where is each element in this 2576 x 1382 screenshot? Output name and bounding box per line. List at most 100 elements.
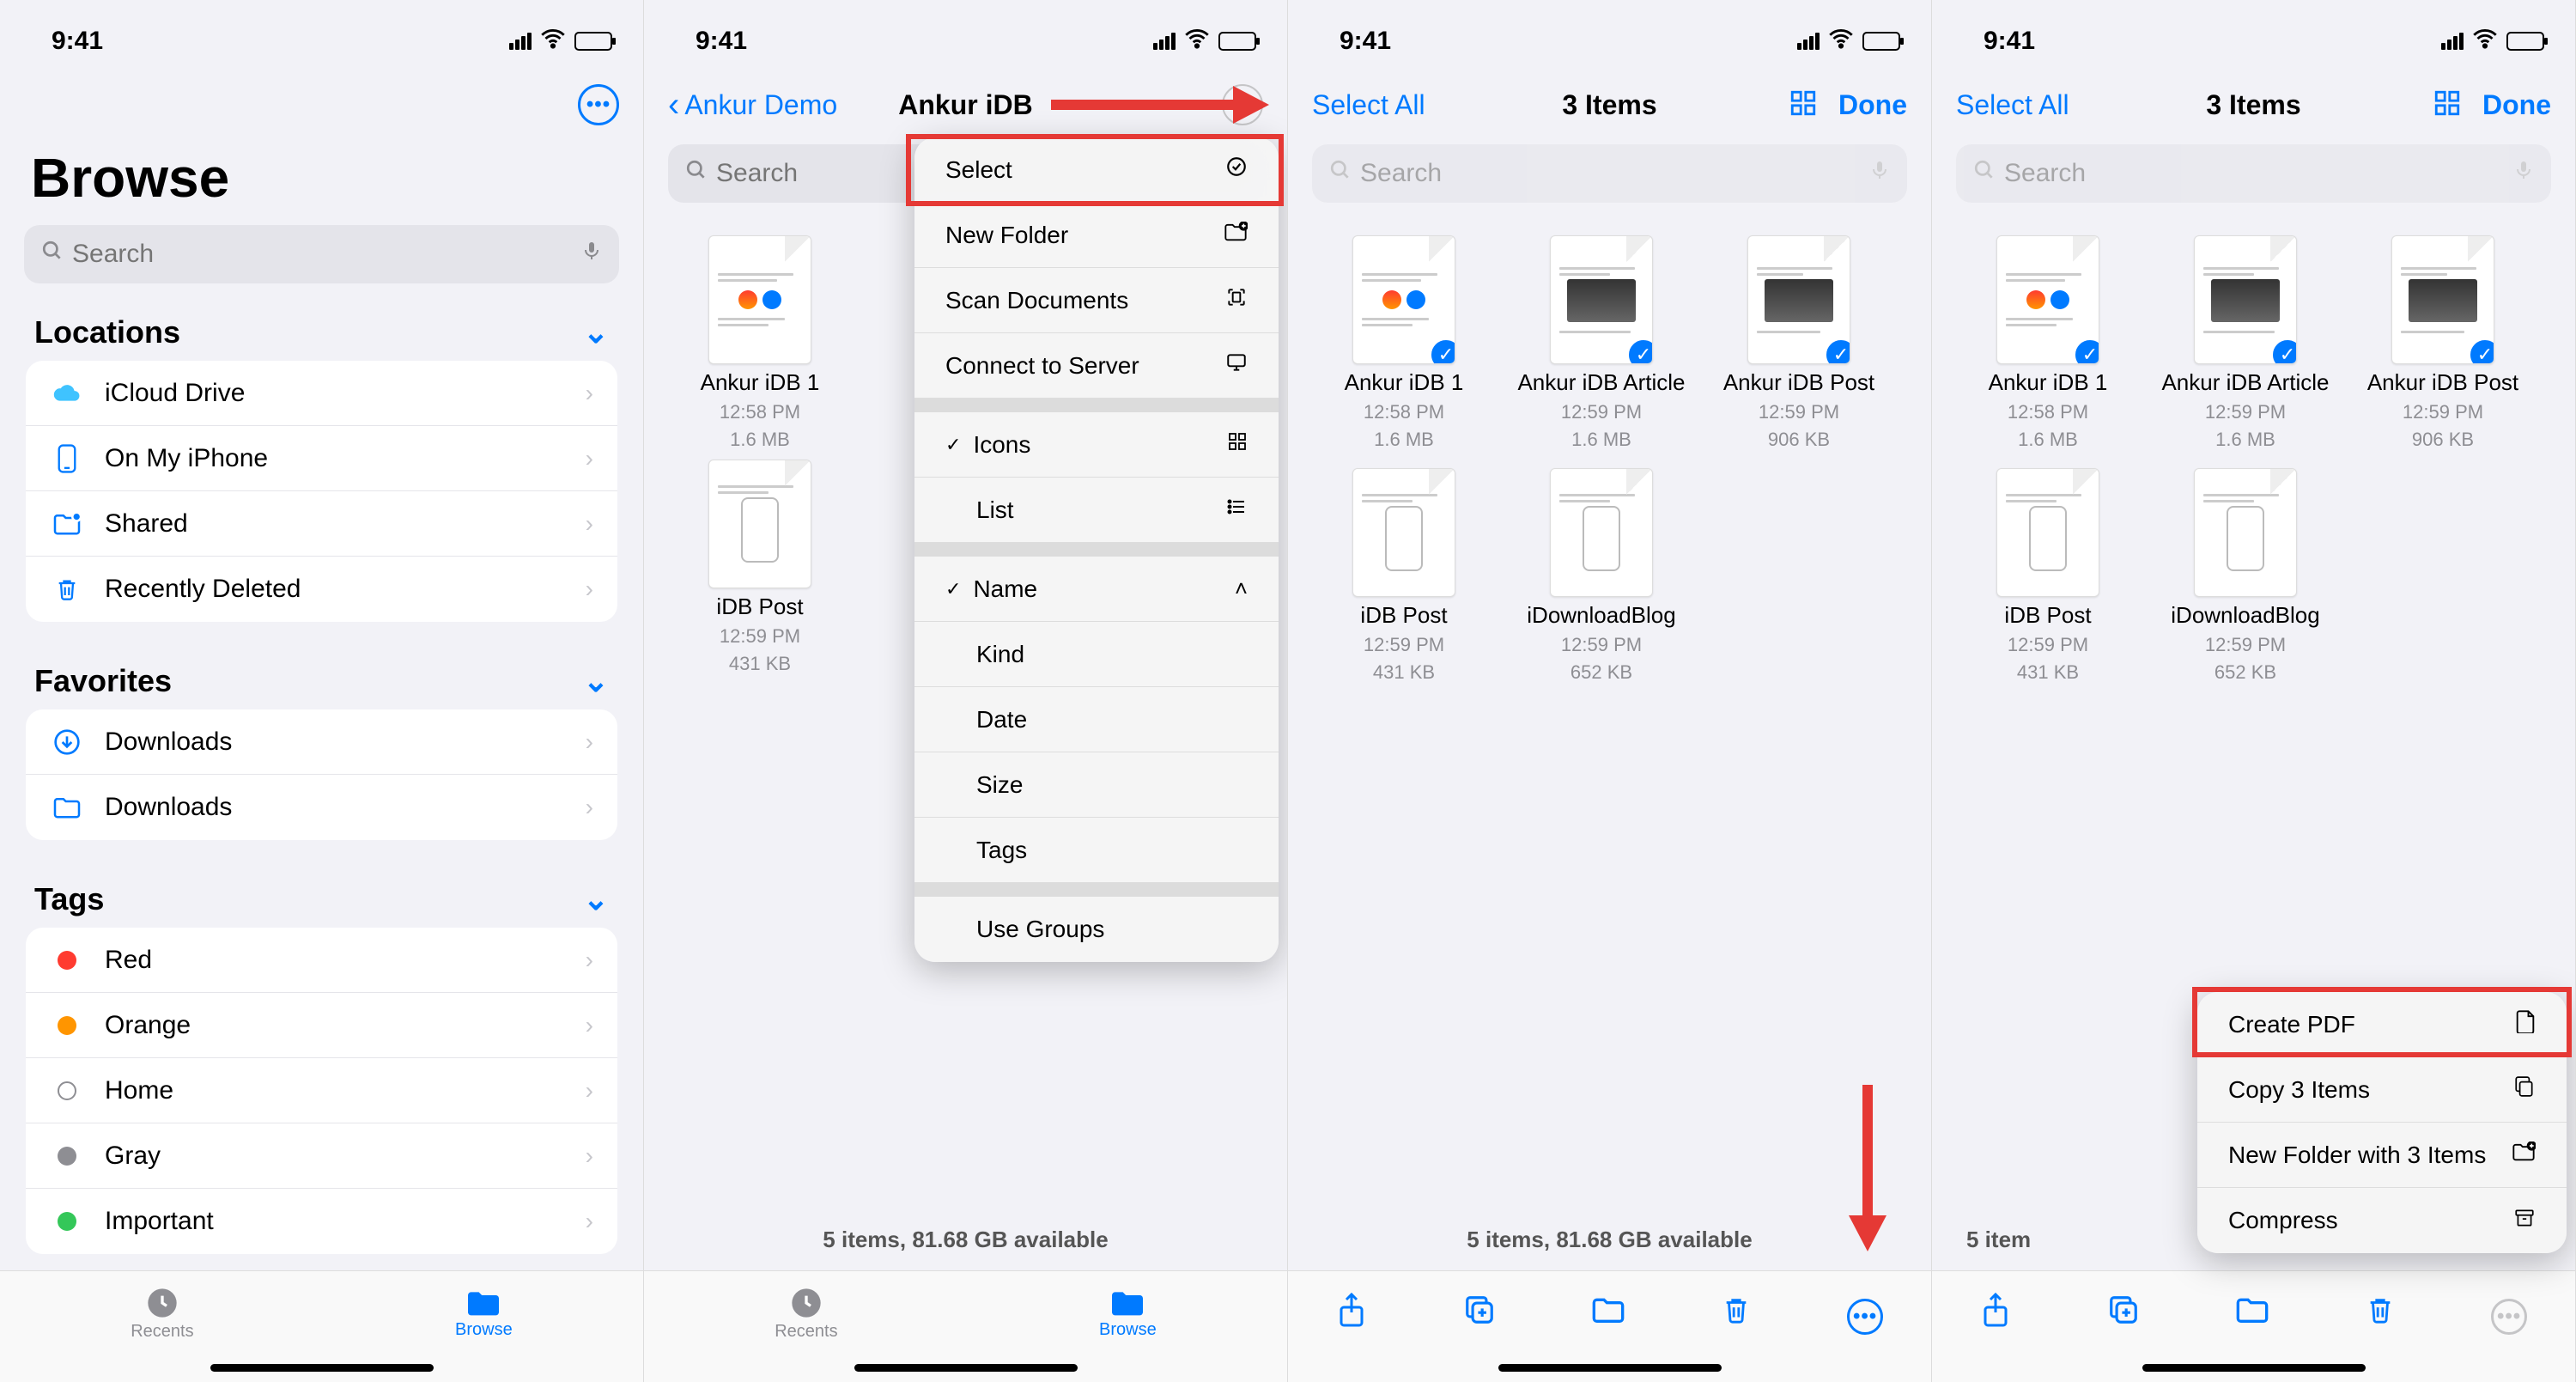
file-size: 906 KB — [2412, 429, 2474, 451]
tag-dot-icon — [58, 951, 76, 970]
favorite-downloads-1[interactable]: Downloads› — [26, 709, 617, 775]
search-icon — [685, 159, 708, 188]
tab-browse[interactable]: Browse — [455, 1288, 513, 1340]
chevron-down-icon: ⌄ — [583, 314, 609, 350]
tag-dot-icon — [58, 1212, 76, 1231]
select-all-button[interactable]: Select All — [1956, 89, 2069, 121]
favorites-header[interactable]: Favorites ⌄ — [0, 648, 643, 709]
move-button[interactable] — [2235, 1294, 2269, 1333]
search-field[interactable] — [24, 225, 619, 283]
file-item[interactable]: ✓Ankur iDB Article12:59 PM1.6 MB — [2155, 235, 2336, 451]
home-indicator[interactable] — [2142, 1364, 2366, 1372]
chevron-right-icon: › — [586, 445, 593, 472]
mic-icon[interactable] — [581, 239, 602, 270]
wifi-icon — [2470, 24, 2500, 59]
battery-icon — [574, 32, 612, 51]
menu-new-folder[interactable]: New Folder — [914, 203, 1279, 268]
back-button[interactable]: ‹ Ankur Demo — [668, 86, 840, 125]
mic-icon — [2513, 158, 2534, 189]
more-actions-button[interactable]: ••• — [2491, 1293, 2527, 1335]
pdf-icon — [2515, 1009, 2536, 1039]
status-time: 9:41 — [1340, 27, 1391, 56]
menu-use-groups[interactable]: Use Groups — [914, 897, 1279, 962]
tab-recents[interactable]: Recents — [131, 1286, 193, 1342]
file-item[interactable]: ✓Ankur iDB Post12:59 PM906 KB — [1709, 235, 1889, 451]
file-item[interactable]: iDB Post12:59 PM431 KB — [1958, 468, 2138, 684]
tag-orange[interactable]: Orange› — [26, 993, 617, 1058]
battery-icon — [1862, 32, 1900, 51]
shared-folder-icon — [50, 512, 84, 536]
browse-screen: 9:41 ••• Browse Locations ⌄ — [0, 0, 644, 1382]
done-button[interactable]: Done — [2482, 89, 2551, 121]
home-indicator[interactable] — [854, 1364, 1078, 1372]
move-button[interactable] — [1591, 1294, 1625, 1333]
tags-header[interactable]: Tags ⌄ — [0, 866, 643, 928]
menu-view-icons[interactable]: ✓Icons — [914, 412, 1279, 478]
menu-sort-size[interactable]: Size — [914, 752, 1279, 818]
delete-button[interactable] — [2366, 1294, 2395, 1335]
search-field — [1956, 144, 2551, 203]
tag-important[interactable]: Important› — [26, 1189, 617, 1254]
more-button[interactable]: ••• — [1222, 84, 1263, 125]
select-all-button[interactable]: Select All — [1312, 89, 1425, 121]
file-item[interactable]: ✓Ankur iDB 112:58 PM1.6 MB — [1314, 235, 1494, 451]
server-icon — [1225, 351, 1248, 380]
file-item[interactable]: iDB Post12:59 PM431 KB — [1314, 468, 1494, 684]
home-indicator[interactable] — [1498, 1364, 1722, 1372]
file-item[interactable]: iDownloadBlog12:59 PM652 KB — [2155, 468, 2336, 684]
location-iphone[interactable]: On My iPhone› — [26, 426, 617, 491]
menu-sort-name[interactable]: ✓Name˄ — [914, 557, 1279, 622]
file-item[interactable]: Ankur iDB 1 12:58 PM 1.6 MB — [670, 235, 850, 451]
duplicate-button[interactable] — [1463, 1294, 1496, 1335]
checkmark-icon: ✓ — [945, 578, 961, 600]
file-item[interactable]: iDownloadBlog12:59 PM652 KB — [1511, 468, 1692, 684]
file-thumbnail: ✓ — [1352, 235, 1455, 364]
tag-red[interactable]: Red› — [26, 928, 617, 993]
more-button[interactable]: ••• — [578, 84, 619, 125]
tag-home[interactable]: Home› — [26, 1058, 617, 1123]
home-indicator[interactable] — [210, 1364, 434, 1372]
file-item[interactable]: ✓Ankur iDB Article12:59 PM1.6 MB — [1511, 235, 1692, 451]
list-icon — [1225, 496, 1248, 523]
menu-create-pdf[interactable]: Create PDF — [2197, 992, 2567, 1057]
duplicate-button[interactable] — [2107, 1294, 2140, 1335]
file-item[interactable]: ✓Ankur iDB Post12:59 PM906 KB — [2353, 235, 2533, 451]
search-input[interactable] — [72, 240, 573, 269]
selected-check-icon: ✓ — [2270, 338, 2297, 364]
tag-gray[interactable]: Gray› — [26, 1123, 617, 1189]
menu-copy-items[interactable]: Copy 3 Items — [2197, 1057, 2567, 1123]
file-item[interactable]: iDB Post 12:59 PM 431 KB — [670, 460, 850, 675]
folder-icon — [50, 795, 84, 819]
delete-button[interactable] — [1722, 1294, 1751, 1335]
share-button[interactable] — [1980, 1292, 2011, 1336]
menu-sort-kind[interactable]: Kind — [914, 622, 1279, 687]
chevron-right-icon: › — [586, 794, 593, 821]
menu-sort-tags[interactable]: Tags — [914, 818, 1279, 883]
location-icloud[interactable]: iCloud Drive› — [26, 361, 617, 426]
file-size: 1.6 MB — [2018, 429, 2078, 451]
done-button[interactable]: Done — [1838, 89, 1907, 121]
grid-icon — [1227, 431, 1248, 458]
menu-compress[interactable]: Compress — [2197, 1188, 2567, 1253]
grid-view-icon[interactable] — [1789, 88, 1818, 122]
signal-icon — [509, 33, 532, 50]
location-shared[interactable]: Shared› — [26, 491, 617, 557]
tab-browse[interactable]: Browse — [1099, 1288, 1157, 1340]
grid-view-icon[interactable] — [2433, 88, 2462, 122]
file-thumbnail — [2194, 468, 2297, 597]
menu-scan-documents[interactable]: Scan Documents — [914, 268, 1279, 333]
share-button[interactable] — [1336, 1292, 1367, 1336]
menu-connect-server[interactable]: Connect to Server — [914, 333, 1279, 399]
locations-header[interactable]: Locations ⌄ — [0, 299, 643, 361]
menu-view-list[interactable]: List — [914, 478, 1279, 543]
tab-recents[interactable]: Recents — [775, 1286, 837, 1342]
new-folder-icon — [1224, 222, 1248, 248]
file-item[interactable]: ✓Ankur iDB 112:58 PM1.6 MB — [1958, 235, 2138, 451]
menu-sort-date[interactable]: Date — [914, 687, 1279, 752]
menu-new-folder-with-items[interactable]: New Folder with 3 Items — [2197, 1123, 2567, 1188]
menu-select[interactable]: Select — [914, 137, 1279, 203]
nav-bar: Select All 3 Items Done — [1932, 72, 2575, 137]
more-actions-button[interactable]: ••• — [1847, 1293, 1883, 1335]
location-trash[interactable]: Recently Deleted› — [26, 557, 617, 622]
favorite-downloads-2[interactable]: Downloads› — [26, 775, 617, 840]
